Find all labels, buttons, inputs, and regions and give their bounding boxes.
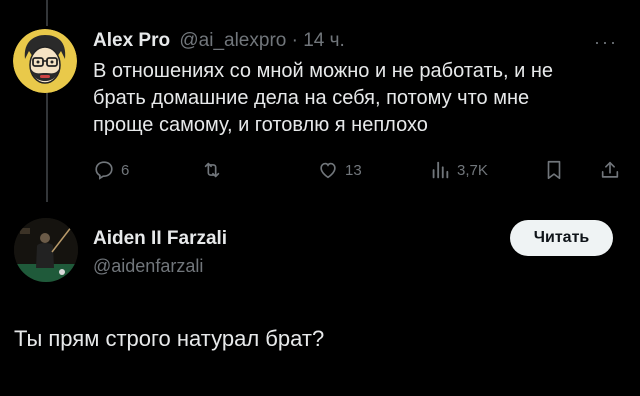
like-count: 13 [345, 161, 362, 179]
thread-line-bottom [46, 92, 48, 202]
share-icon [599, 159, 621, 181]
more-dots-icon[interactable]: ··· [594, 32, 618, 53]
bookmark-button[interactable] [544, 156, 564, 184]
like-button[interactable]: 13 [317, 156, 362, 184]
reply-author-handle[interactable]: @aidenfarzali [93, 256, 203, 277]
tweet-actions: 6 13 3,7K [93, 156, 633, 184]
reply-author-name[interactable]: Aiden II Farzali [93, 228, 227, 250]
thread-line-top [46, 0, 48, 26]
bookmark-icon [544, 159, 564, 181]
tweet-text: В отношениях со мной можно и не работать… [93, 58, 623, 139]
share-button[interactable] [599, 156, 621, 184]
heart-icon [317, 159, 339, 181]
reply-button[interactable]: 6 [93, 156, 129, 184]
retweet-icon [200, 159, 224, 181]
author-avatar[interactable] [13, 29, 77, 93]
tweet-line: В отношениях со мной можно и не работать… [93, 60, 554, 82]
reply-icon [93, 159, 115, 181]
views-button[interactable]: 3,7K [429, 156, 488, 184]
author-handle[interactable]: @ai_alexpro [179, 30, 286, 51]
separator-dot: · [286, 30, 304, 51]
views-icon [429, 159, 451, 181]
reply-text: Ты прям строго натурал брат? [14, 326, 325, 351]
reply-count: 6 [121, 161, 130, 179]
tweet-time[interactable]: 14 ч. [303, 30, 345, 51]
tweet-header: Alex Pro @ai_alexpro · 14 ч. [93, 28, 345, 54]
tweet-line: проще самому, и готовлю я неплохо [93, 114, 428, 136]
follow-button[interactable]: Читать [510, 220, 613, 256]
author-name[interactable]: Alex Pro [93, 30, 170, 51]
reply-author-avatar[interactable] [14, 218, 78, 282]
tweet-line: брать домашние дела на себя, потому что … [93, 87, 530, 109]
views-count: 3,7K [457, 161, 488, 179]
retweet-button[interactable] [200, 156, 230, 184]
